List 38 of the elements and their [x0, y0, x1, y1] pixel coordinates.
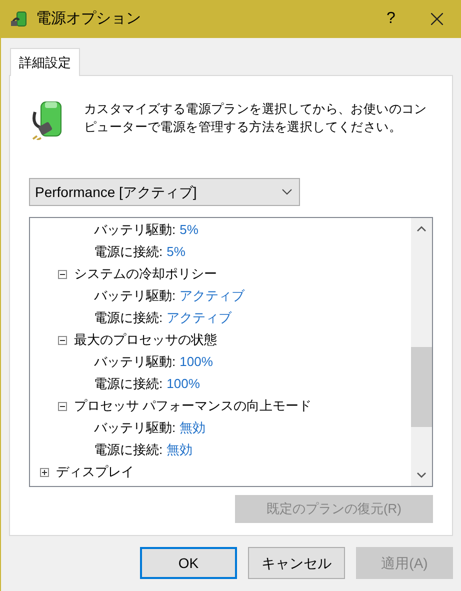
expand-icon[interactable]: [40, 468, 49, 476]
tree-node-label[interactable]: 最大のプロセッサの状態: [74, 330, 217, 350]
setting-value[interactable]: 無効: [166, 440, 193, 460]
tree-node-label[interactable]: ディスプレイ: [56, 462, 134, 482]
setting-value[interactable]: 100%: [180, 352, 213, 372]
setting-label: 電源に接続:: [94, 375, 163, 394]
setting-label: 電源に接続:: [94, 441, 163, 460]
setting-value[interactable]: 100%: [166, 374, 200, 394]
description-text: カスタマイズする電源プランを選択してから、お使いのコンピューターで電源を管理する方法を選択してください。: [84, 101, 428, 136]
scroll-up-icon[interactable]: [417, 226, 426, 232]
scrollbar[interactable]: [411, 218, 432, 486]
tree-node-label[interactable]: システムの冷却ポリシー: [74, 264, 217, 284]
collapse-icon[interactable]: [58, 270, 67, 278]
collapse-icon[interactable]: [58, 336, 67, 344]
tree-node-label[interactable]: プロセッサ パフォーマンスの向上モード: [74, 396, 312, 416]
setting-label: バッテリ駆動:: [94, 221, 176, 240]
setting-label: バッテリ駆動:: [94, 353, 176, 372]
setting-value[interactable]: アクティブ: [180, 286, 245, 306]
setting-label: バッテリ駆動:: [94, 287, 176, 306]
help-button[interactable]: ?: [368, 0, 414, 38]
window-title: 電源オプション: [36, 8, 141, 29]
scroll-down-icon[interactable]: [417, 472, 426, 478]
chevron-down-icon: [282, 189, 292, 195]
dialog-button[interactable]: OK: [140, 547, 237, 579]
setting-value[interactable]: 無効: [180, 418, 206, 438]
battery-plug-icon: [10, 10, 28, 28]
dialog-button[interactable]: キャンセル: [248, 547, 345, 579]
close-icon: [431, 13, 443, 25]
scroll-thumb[interactable]: [411, 347, 432, 427]
setting-label: 電源に接続:: [94, 309, 163, 328]
tab[interactable]: 詳細設定: [10, 48, 80, 76]
setting-value[interactable]: 5%: [180, 220, 198, 240]
setting-value[interactable]: アクティブ: [166, 308, 232, 328]
setting-value[interactable]: 5%: [166, 242, 186, 262]
setting-label: 電源に接続:: [94, 243, 163, 262]
collapse-icon[interactable]: [58, 402, 67, 410]
setting-label: バッテリ駆動:: [94, 419, 176, 438]
plan-dropdown[interactable]: Performance [アクティブ]: [29, 178, 300, 206]
